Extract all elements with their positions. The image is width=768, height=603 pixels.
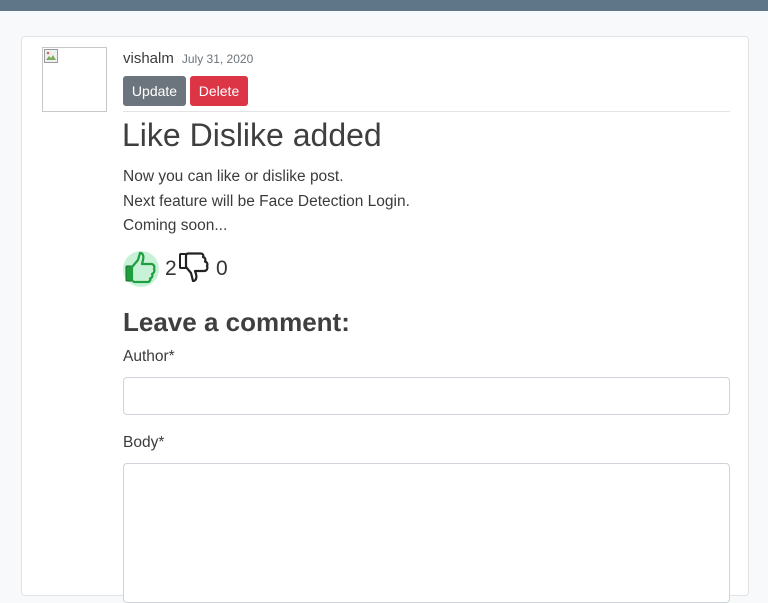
like-button[interactable] [121,249,161,289]
delete-button[interactable]: Delete [190,76,248,106]
top-navbar [0,0,768,11]
post-body-line: Next feature will be Face Detection Logi… [123,192,410,210]
dislike-count: 0 [216,257,228,280]
dislike-button[interactable] [179,252,211,286]
post-body: Now you can like or dislike post. Next f… [123,165,410,239]
author-label: Author* [123,348,175,365]
post-title: Like Dislike added [122,117,382,153]
post-author[interactable]: vishalm [123,50,174,67]
update-button[interactable]: Update [123,76,186,106]
like-count: 2 [165,257,177,280]
post-date: July 31, 2020 [181,52,254,66]
divider [123,111,730,112]
thumbs-up-icon [125,251,156,284]
body-label: Body* [123,434,165,451]
body-textarea[interactable] [123,463,730,603]
author-input[interactable] [123,377,730,415]
thumbs-down-icon [179,252,209,283]
post-meta: vishalm July 31, 2020 [123,50,253,68]
post-body-line: Now you can like or dislike post. [123,168,344,185]
post-body-line: Coming soon... [123,217,228,234]
comment-heading: Leave a comment: [123,307,350,337]
author-avatar [42,47,107,112]
broken-image-icon [44,49,58,63]
post-card: vishalm July 31, 2020 Update Delete Like … [21,36,749,603]
